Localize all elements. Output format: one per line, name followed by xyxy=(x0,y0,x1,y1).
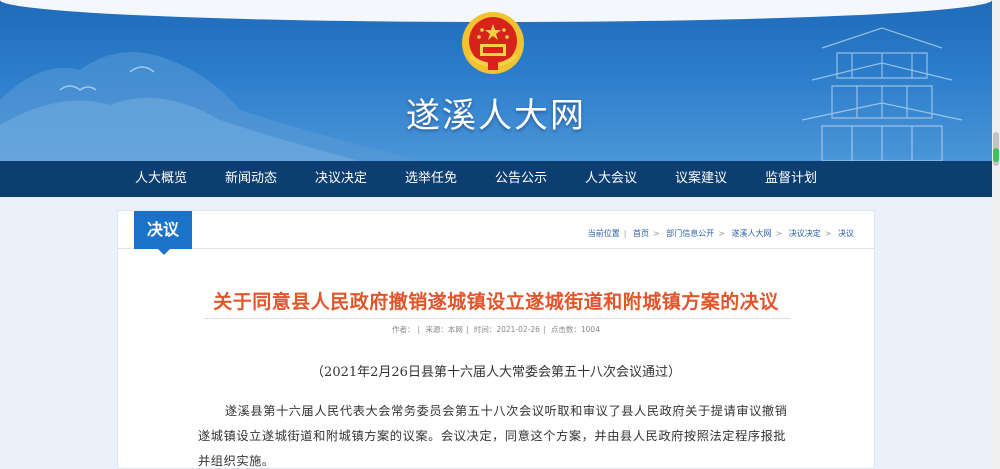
nav-item-meetings[interactable]: 人大会议 xyxy=(571,161,651,197)
article-paragraph: 遂溪县第十六届人民代表大会常务委员会第五十八次会议听取和审议了县人民政府关于提请… xyxy=(198,404,788,468)
page-scrollbar[interactable] xyxy=(992,0,1000,469)
article-subhead: （2021年2月26日县第十六届人大常委会第五十八次会议通过） xyxy=(311,365,681,380)
meta-source: 来源：本网 xyxy=(425,325,463,334)
breadcrumb-current-link[interactable]: 决议 xyxy=(838,229,854,238)
meta-time: 时间：2021-02-26 xyxy=(473,325,540,334)
title-divider xyxy=(204,318,790,319)
article-meta: 作者： | 来源：本网 | 时间：2021-02-26 | 点击数：1004 xyxy=(392,325,600,334)
nav-item-elections[interactable]: 选举任免 xyxy=(391,161,471,197)
national-emblem-icon xyxy=(462,12,524,74)
breadcrumb-dept-link[interactable]: 部门信息公开 xyxy=(666,229,714,238)
breadcrumb: 当前位置 | 首页 > 部门信息公开 > 遂溪人大网 > 决议决定 > 决议 xyxy=(587,229,854,238)
meta-views: 点击数：1004 xyxy=(550,325,600,334)
breadcrumb-prefix: 当前位置 xyxy=(587,229,620,238)
content-panel: 决议 当前位置 | 首页 > 部门信息公开 > 遂溪人大网 > 决议决定 > 决议 关于同… xyxy=(117,210,875,469)
site-banner: 遂溪人大网 xyxy=(0,0,992,161)
nav-item-overview[interactable]: 人大概览 xyxy=(121,161,201,197)
nav-item-news[interactable]: 新闻动态 xyxy=(211,161,291,197)
breadcrumb-site-link[interactable]: 遂溪人大网 xyxy=(732,229,772,238)
nav-item-resolutions[interactable]: 决议决定 xyxy=(301,161,381,197)
main-nav: 人大概览 新闻动态 决议决定 选举任免 公告公示 人大会议 议案建议 监督计划 xyxy=(0,161,992,197)
nav-item-proposals[interactable]: 议案建议 xyxy=(661,161,741,197)
scrollbar-marker xyxy=(993,148,999,162)
article-body: 遂溪县第十六届人民代表大会常务委员会第五十八次会议听取和审议了县人民政府关于提请… xyxy=(198,399,798,469)
section-header: 决议 当前位置 | 首页 > 部门信息公开 > 遂溪人大网 > 决议决定 > 决议 xyxy=(118,211,874,255)
meta-author: 作者： xyxy=(392,325,415,334)
article-title: 关于同意县人民政府撤销遂城镇设立遂城街道和附城镇方案的决议 xyxy=(213,291,779,313)
nav-item-notices[interactable]: 公告公示 xyxy=(481,161,561,197)
site-title: 遂溪人大网 xyxy=(406,96,586,136)
pagoda-illustration xyxy=(801,27,963,161)
breadcrumb-home-link[interactable]: 首页 xyxy=(633,229,649,238)
section-tab[interactable]: 决议 xyxy=(134,211,192,255)
nav-item-supervision[interactable]: 监督计划 xyxy=(751,161,831,197)
breadcrumb-category-link[interactable]: 决议决定 xyxy=(789,229,821,238)
